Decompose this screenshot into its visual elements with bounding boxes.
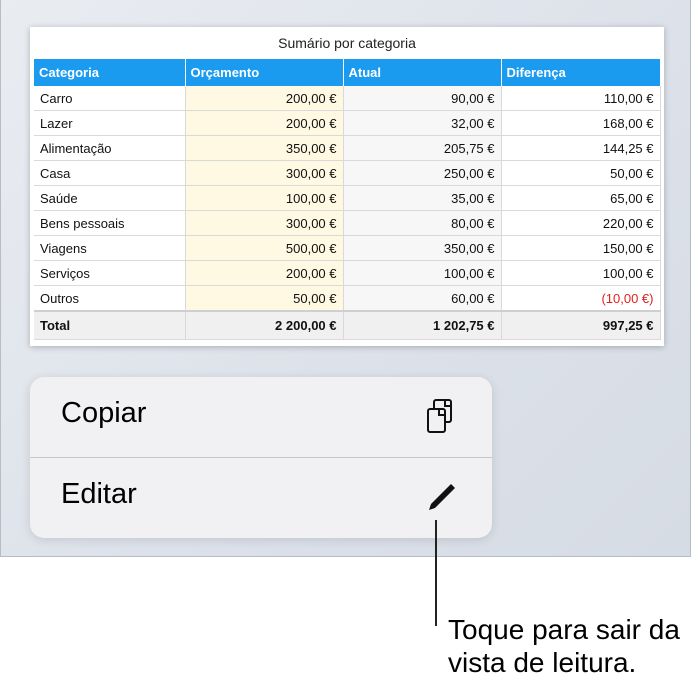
row-budget: 300,00 € xyxy=(185,160,344,186)
table-total-row: Total 2 200,00 € 1 202,75 € 997,25 € xyxy=(34,310,661,340)
row-category: Serviços xyxy=(34,260,186,286)
table-title: Sumário por categoria xyxy=(278,35,416,51)
row-difference: 50,00 € xyxy=(501,160,661,186)
total-label: Total xyxy=(34,310,186,340)
table-row: Alimentação 350,00 €205,75 €144,25 € xyxy=(34,135,661,161)
app-screen: Sumário por categoria Categoria Orçament… xyxy=(0,0,691,557)
row-category: Viagens xyxy=(34,235,186,261)
row-category: Bens pessoais xyxy=(34,210,186,236)
table-row: Serviços 200,00 €100,00 €100,00 € xyxy=(34,260,661,286)
copy-label: Copiar xyxy=(61,397,147,429)
row-difference: 144,25 € xyxy=(501,135,661,161)
row-category: Carro xyxy=(34,86,186,111)
callout-line1: Toque para sair da xyxy=(448,614,680,645)
table-row: Saúde 100,00 €35,00 €65,00 € xyxy=(34,185,661,211)
total-budget: 2 200,00 € xyxy=(185,310,344,340)
row-actual: 205,75 € xyxy=(343,135,502,161)
edit-label: Editar xyxy=(61,478,137,510)
table-row: Lazer 200,00 €32,00 €168,00 € xyxy=(34,110,661,136)
table-row: Viagens 500,00 €350,00 €150,00 € xyxy=(34,235,661,261)
row-actual: 60,00 € xyxy=(343,285,502,312)
row-difference: 150,00 € xyxy=(501,235,661,261)
header-category: Categoria xyxy=(34,59,186,86)
callout-line2: vista de leitura. xyxy=(448,647,637,678)
callout-text: Toque para sair da vista de leitura. xyxy=(448,613,688,679)
row-budget: 350,00 € xyxy=(185,135,344,161)
row-actual: 350,00 € xyxy=(343,235,502,261)
row-actual: 250,00 € xyxy=(343,160,502,186)
row-budget: 500,00 € xyxy=(185,235,344,261)
total-actual: 1 202,75 € xyxy=(343,310,502,340)
row-difference: 110,00 € xyxy=(501,86,661,111)
callout-line xyxy=(435,520,437,626)
row-actual: 100,00 € xyxy=(343,260,502,286)
row-budget: 200,00 € xyxy=(185,110,344,136)
row-budget: 200,00 € xyxy=(185,260,344,286)
row-category: Outros xyxy=(34,285,186,312)
row-difference: 100,00 € xyxy=(501,260,661,286)
row-budget: 100,00 € xyxy=(185,185,344,211)
total-difference: 997,25 € xyxy=(501,310,661,340)
edit-menu-item[interactable]: Editar xyxy=(30,458,492,538)
table-row: Bens pessoais 300,00 €80,00 €220,00 € xyxy=(34,210,661,236)
row-actual: 35,00 € xyxy=(343,185,502,211)
row-actual: 80,00 € xyxy=(343,210,502,236)
header-difference: Diferença xyxy=(501,59,661,86)
row-difference: 168,00 € xyxy=(501,110,661,136)
row-category: Casa xyxy=(34,160,186,186)
context-menu: Copiar Editar xyxy=(30,377,492,538)
header-budget: Orçamento xyxy=(185,59,344,86)
summary-table: Categoria Orçamento Atual Diferença Carr… xyxy=(34,59,661,340)
row-category: Saúde xyxy=(34,185,186,211)
copy-icon xyxy=(427,399,452,433)
pencil-icon xyxy=(429,484,455,510)
table-header-row: Categoria Orçamento Atual Diferença xyxy=(34,59,661,86)
row-budget: 200,00 € xyxy=(185,86,344,111)
row-actual: 90,00 € xyxy=(343,86,502,111)
row-category: Lazer xyxy=(34,110,186,136)
row-difference: 65,00 € xyxy=(501,185,661,211)
table-row: Carro 200,00 €90,00 €110,00 € xyxy=(34,86,661,111)
table-row: Casa 300,00 €250,00 €50,00 € xyxy=(34,160,661,186)
header-actual: Atual xyxy=(343,59,502,86)
summary-table-card[interactable]: Sumário por categoria Categoria Orçament… xyxy=(30,27,664,346)
copy-menu-item[interactable]: Copiar xyxy=(30,377,492,457)
row-actual: 32,00 € xyxy=(343,110,502,136)
row-budget: 50,00 € xyxy=(185,285,344,312)
row-category: Alimentação xyxy=(34,135,186,161)
row-difference: 220,00 € xyxy=(501,210,661,236)
table-row: Outros 50,00 €60,00 € (10,00 €) xyxy=(34,285,661,312)
row-difference: (10,00 €) xyxy=(501,285,661,312)
row-budget: 300,00 € xyxy=(185,210,344,236)
